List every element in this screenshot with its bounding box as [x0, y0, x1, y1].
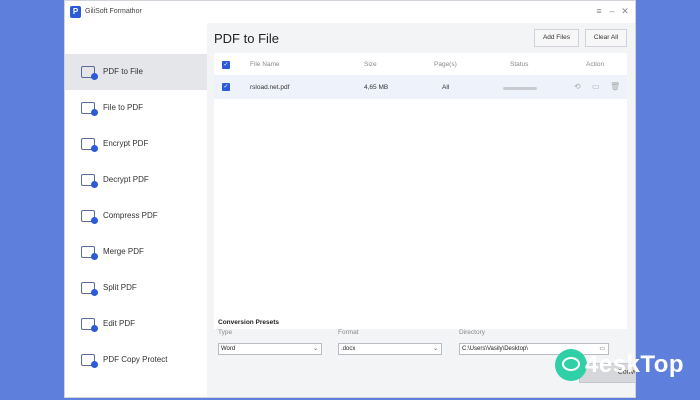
chevron-down-icon: ⌄	[312, 346, 318, 352]
presets-title: Conversion Presets	[218, 319, 280, 326]
convert-file-icon[interactable]: ⟲	[574, 82, 581, 91]
sidebar-item-label: Edit PDF	[103, 319, 136, 328]
sidebar-item-edit-pdf[interactable]: Edit PDF	[65, 306, 207, 342]
trash-icon[interactable]: 🗑	[610, 82, 620, 91]
select-all-checkbox[interactable]: ✓	[222, 61, 230, 69]
compress-icon	[81, 210, 98, 224]
file-to-pdf-icon	[81, 102, 98, 116]
format-select[interactable]: .docx ⌄	[338, 343, 442, 355]
sidebar-item-compress-pdf[interactable]: Compress PDF	[65, 198, 207, 234]
sidebar-item-file-to-pdf[interactable]: File to PDF	[65, 90, 207, 126]
encrypt-icon	[81, 138, 98, 152]
sidebar-item-label: Split PDF	[103, 283, 137, 292]
pdf-to-file-icon	[81, 66, 98, 80]
row-checkbox[interactable]: ✓	[222, 83, 230, 91]
header-pages: Page(s)	[434, 61, 457, 68]
sidebar-item-split-pdf[interactable]: Split PDF	[65, 270, 207, 306]
watermark-text: 4eskTop	[585, 351, 685, 378]
decrypt-icon	[81, 174, 98, 188]
sidebar-item-label: Compress PDF	[103, 211, 158, 220]
clear-all-button[interactable]: Clear All	[585, 29, 627, 47]
sidebar-item-label: Encrypt PDF	[103, 139, 149, 148]
file-table: ✓ File Name Size Page(s) Status Action ✓…	[214, 53, 627, 329]
edit-icon	[81, 318, 98, 332]
chevron-down-icon: ⌄	[432, 346, 438, 352]
app-window: P GiliSoft Formathor ≡ – ✕ PDF to File F…	[64, 0, 636, 398]
directory-label: Directory	[459, 329, 486, 336]
page-title: PDF to File	[214, 31, 280, 46]
sidebar-item-label: Decrypt PDF	[103, 175, 149, 184]
sidebar-item-decrypt-pdf[interactable]: Decrypt PDF	[65, 162, 207, 198]
watermark-logo-icon	[555, 349, 587, 381]
app-title: GiliSoft Formathor	[85, 8, 142, 15]
merge-icon	[81, 246, 98, 260]
sidebar-item-pdf-to-file[interactable]: PDF to File	[65, 54, 207, 90]
sidebar-item-label: Merge PDF	[103, 247, 144, 256]
header-status: Status	[510, 61, 529, 68]
table-row[interactable]: ✓ rsload.net.pdf 4,65 MB All ⟲ ▭ 🗑	[214, 75, 627, 99]
menu-icon[interactable]: ≡	[593, 5, 605, 17]
type-value: Word	[221, 346, 236, 352]
format-label: Format	[338, 329, 359, 336]
type-select[interactable]: Word ⌄	[218, 343, 322, 355]
header-file-name: File Name	[250, 61, 280, 68]
folder-icon[interactable]: ▭	[592, 82, 600, 91]
minimize-button[interactable]: –	[606, 5, 618, 17]
sidebar: PDF to File File to PDF Encrypt PDF Decr…	[65, 23, 207, 397]
sidebar-item-merge-pdf[interactable]: Merge PDF	[65, 234, 207, 270]
close-button[interactable]: ✕	[619, 5, 631, 17]
sidebar-item-encrypt-pdf[interactable]: Encrypt PDF	[65, 126, 207, 162]
size-cell: 4,65 MB	[364, 84, 389, 91]
directory-value: C:\Users\Vasily\Desktop\	[462, 346, 528, 352]
status-progress-bar	[503, 87, 537, 90]
split-icon	[81, 282, 98, 296]
sidebar-item-pdf-copy-protect[interactable]: PDF Copy Protect	[65, 342, 207, 378]
pages-cell: All	[442, 84, 450, 91]
title-bar: P GiliSoft Formathor ≡ – ✕	[65, 1, 635, 23]
sidebar-item-label: File to PDF	[103, 103, 144, 112]
sidebar-item-label: PDF Copy Protect	[103, 355, 168, 364]
table-header: ✓ File Name Size Page(s) Status Action	[214, 53, 627, 75]
add-files-button[interactable]: Add Files	[534, 29, 579, 47]
app-logo-icon: P	[70, 6, 81, 18]
sidebar-item-label: PDF to File	[103, 67, 144, 76]
main-panel: PDF to File Add Files Clear All ✓ File N…	[207, 23, 635, 397]
format-value: .docx	[341, 346, 356, 352]
copy-protect-icon	[81, 354, 98, 368]
file-name-cell: rsload.net.pdf	[250, 84, 290, 91]
type-label: Type	[218, 329, 233, 336]
header-size: Size	[364, 61, 377, 68]
header-action: Action	[586, 61, 605, 68]
